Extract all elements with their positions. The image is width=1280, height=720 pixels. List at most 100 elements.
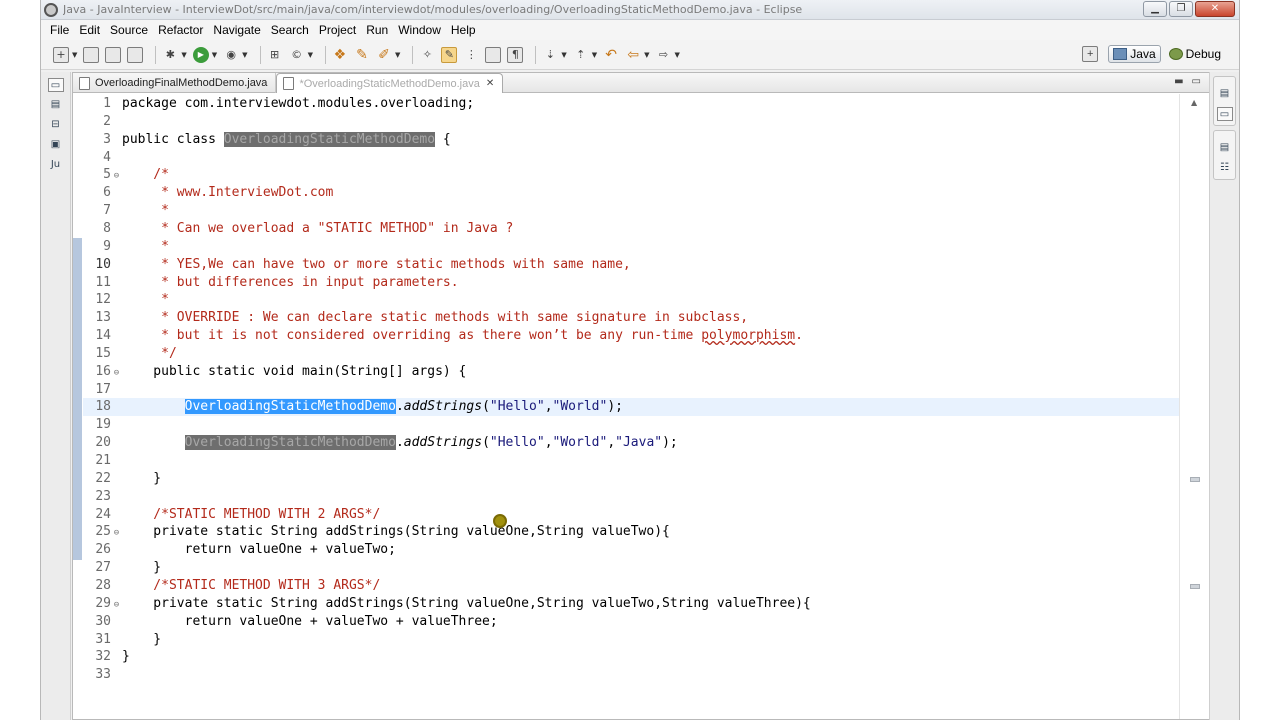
package-explorer-icon[interactable]: ▤ bbox=[48, 98, 64, 112]
menu-source[interactable]: Source bbox=[105, 23, 153, 37]
java-perspective-button[interactable]: Java bbox=[1108, 45, 1161, 63]
next-annotation-icon[interactable]: ⇣ bbox=[542, 47, 558, 63]
forward-dropdown-icon[interactable]: ▼ bbox=[675, 51, 680, 59]
new-class-dropdown-icon[interactable]: ▼ bbox=[308, 51, 313, 59]
code-line[interactable]: 18 OverloadingStaticMethodDemo.addString… bbox=[83, 398, 1179, 416]
new-java-class-icon[interactable]: © bbox=[289, 47, 305, 63]
minimize-editor-icon[interactable]: ▬ bbox=[1174, 76, 1183, 87]
hierarchy-icon[interactable]: ⊟ bbox=[48, 118, 64, 132]
toggle-block-selection-icon[interactable]: ⋮ bbox=[463, 47, 479, 63]
code-line[interactable]: 21 bbox=[83, 452, 1179, 470]
maximize-editor-icon[interactable]: ▭ bbox=[1192, 76, 1201, 87]
restore-view-icon[interactable]: ▤ bbox=[1217, 87, 1233, 101]
search-dropdown-icon[interactable]: ▼ bbox=[395, 51, 400, 59]
back-icon[interactable]: ⇦ bbox=[625, 47, 641, 63]
search-icon[interactable]: ✐ bbox=[376, 47, 392, 63]
code-line[interactable]: 14 * but it is not considered overriding… bbox=[83, 327, 1179, 345]
toggle-mark-occurrences-icon[interactable]: ✧ bbox=[419, 47, 435, 63]
code-line[interactable]: 16 ⊖ public static void main(String[] arg… bbox=[83, 363, 1179, 381]
menu-search[interactable]: Search bbox=[266, 23, 314, 37]
code-line[interactable]: 30 return valueOne + valueTwo + valueThr… bbox=[83, 613, 1179, 631]
save-all-icon[interactable] bbox=[105, 46, 122, 63]
menu-project[interactable]: Project bbox=[314, 23, 361, 37]
navigator-icon[interactable]: ▣ bbox=[48, 138, 64, 152]
code-line[interactable]: 29 ⊖ private static String addStrings(Str… bbox=[83, 595, 1179, 613]
code-area[interactable]: 1 package com.interviewdot.modules.overlo… bbox=[73, 94, 1179, 719]
new-dropdown-icon[interactable]: ▼ bbox=[72, 51, 77, 59]
vertical-scrollbar[interactable]: ▲ bbox=[1179, 94, 1209, 719]
menu-help[interactable]: Help bbox=[446, 23, 481, 37]
code-line[interactable]: 15 */ bbox=[83, 345, 1179, 363]
menu-file[interactable]: File bbox=[45, 23, 74, 37]
code-line[interactable]: 13 * OVERRIDE : We can declare static me… bbox=[83, 309, 1179, 327]
show-whitespace-icon[interactable] bbox=[485, 46, 502, 63]
debug-dropdown-icon[interactable]: ▼ bbox=[181, 51, 186, 59]
tab-overloading-static-method-demo[interactable]: *OverloadingStaticMethodDemo.java ✕ bbox=[276, 73, 504, 93]
code-line[interactable]: 6 * www.InterviewDot.com bbox=[83, 184, 1179, 202]
code-line[interactable]: 4 bbox=[83, 149, 1179, 167]
fold-toggle-icon[interactable]: ⊖ bbox=[111, 596, 122, 614]
code-line[interactable]: 20 OverloadingStaticMethodDemo.addString… bbox=[83, 434, 1179, 452]
code-line[interactable]: 9 * bbox=[83, 238, 1179, 256]
task-list-icon[interactable]: ▭ bbox=[1216, 107, 1233, 121]
code-line[interactable]: 1 package com.interviewdot.modules.overlo… bbox=[83, 95, 1179, 113]
save-icon[interactable] bbox=[83, 46, 100, 63]
tab-overloading-final-method-demo[interactable]: OverloadingFinalMethodDemo.java bbox=[73, 73, 277, 93]
restore-outline-icon[interactable]: ▤ bbox=[1217, 141, 1233, 155]
new-java-package-icon[interactable]: ⊞ bbox=[267, 47, 283, 63]
code-line[interactable]: 3 public class OverloadingStaticMethodDem… bbox=[83, 131, 1179, 149]
restore-view-icon[interactable]: ▭ bbox=[47, 78, 64, 92]
external-tools-dropdown-icon[interactable]: ▼ bbox=[242, 51, 247, 59]
code-line[interactable]: 32} bbox=[83, 648, 1179, 666]
print-icon[interactable] bbox=[127, 46, 144, 63]
occurrence-marker[interactable] bbox=[1190, 584, 1200, 589]
fold-toggle-icon[interactable]: ⊖ bbox=[111, 167, 122, 185]
fold-toggle-icon[interactable]: ⊖ bbox=[111, 524, 122, 542]
junit-icon[interactable]: Ju bbox=[48, 158, 64, 172]
forward-icon[interactable]: ⇨ bbox=[656, 47, 672, 63]
debug-perspective-button[interactable]: Debug bbox=[1165, 46, 1225, 62]
menu-window[interactable]: Window bbox=[393, 23, 446, 37]
menu-refactor[interactable]: Refactor bbox=[153, 23, 208, 37]
toggle-highlight-icon[interactable]: ✎ bbox=[441, 46, 458, 63]
debug-icon[interactable]: ✱ bbox=[162, 47, 178, 63]
code-line[interactable]: 23 bbox=[83, 488, 1179, 506]
code-line[interactable]: 8 * Can we overload a "STATIC METHOD" in… bbox=[83, 220, 1179, 238]
close-tab-icon[interactable]: ✕ bbox=[486, 78, 494, 89]
next-annotation-dropdown-icon[interactable]: ▼ bbox=[561, 51, 566, 59]
previous-annotation-dropdown-icon[interactable]: ▼ bbox=[592, 51, 597, 59]
code-line[interactable]: 12 * bbox=[83, 291, 1179, 309]
code-line[interactable]: 10 * YES,We can have two or more static … bbox=[83, 256, 1179, 274]
code-line[interactable]: 25 ⊖ private static String addStrings(Str… bbox=[83, 523, 1179, 541]
code-line[interactable]: 17 bbox=[83, 381, 1179, 399]
maximize-button[interactable]: ❐ bbox=[1169, 1, 1193, 17]
code-line[interactable]: 28 /*STATIC METHOD WITH 3 ARGS*/ bbox=[83, 577, 1179, 595]
code-line[interactable]: 19 bbox=[83, 416, 1179, 434]
open-task-icon[interactable]: ✎ bbox=[354, 47, 370, 63]
code-line[interactable]: 2 bbox=[83, 113, 1179, 131]
code-line[interactable]: 33 bbox=[83, 666, 1179, 684]
outline-icon[interactable]: ☷ bbox=[1217, 161, 1233, 175]
show-paragraph-icon[interactable]: ¶ bbox=[507, 46, 524, 63]
code-line[interactable]: 26 return valueOne + valueTwo; bbox=[83, 541, 1179, 559]
menu-edit[interactable]: Edit bbox=[74, 23, 105, 37]
new-icon[interactable]: + bbox=[53, 46, 69, 63]
close-button[interactable]: ✕ bbox=[1195, 1, 1235, 17]
code-line[interactable]: 11 * but differences in input parameters… bbox=[83, 274, 1179, 292]
scroll-up-icon[interactable]: ▲ bbox=[1191, 98, 1197, 107]
code-line[interactable]: 5 ⊖ /* bbox=[83, 166, 1179, 184]
fold-toggle-icon[interactable]: ⊖ bbox=[111, 364, 122, 382]
open-perspective-icon[interactable]: + bbox=[1082, 46, 1099, 62]
external-tools-icon[interactable]: ◉ bbox=[223, 47, 239, 63]
code-line[interactable]: 24 /*STATIC METHOD WITH 2 ARGS*/ bbox=[83, 506, 1179, 524]
code-line[interactable]: 22 } bbox=[83, 470, 1179, 488]
code-line[interactable]: 27 } bbox=[83, 559, 1179, 577]
occurrence-marker[interactable] bbox=[1190, 477, 1200, 482]
run-dropdown-icon[interactable]: ▼ bbox=[212, 51, 217, 59]
code-line[interactable]: 31 } bbox=[83, 631, 1179, 649]
minimize-button[interactable]: ▁ bbox=[1143, 1, 1167, 17]
code-line[interactable]: 7 * bbox=[83, 202, 1179, 220]
menu-navigate[interactable]: Navigate bbox=[208, 23, 265, 37]
open-type-icon[interactable]: ❖ bbox=[332, 47, 348, 63]
previous-annotation-icon[interactable]: ⇡ bbox=[573, 47, 589, 63]
